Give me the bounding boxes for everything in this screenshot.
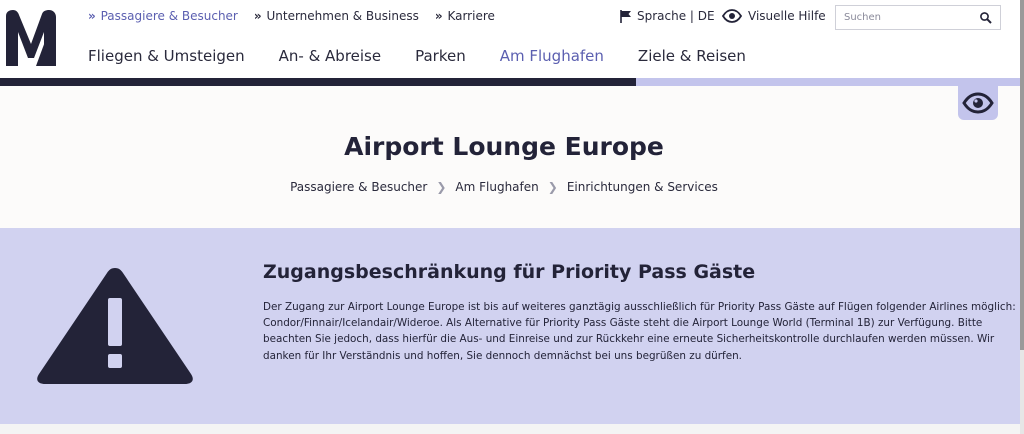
nav-am-flughafen[interactable]: Am Flughafen <box>500 47 604 65</box>
search-box <box>835 5 1001 30</box>
bottom-strip <box>0 424 1024 434</box>
audience-links: » Passagiere & Besucher » Unternehmen & … <box>88 9 511 23</box>
breadcrumb-item[interactable]: Am Flughafen <box>455 180 538 194</box>
toplink-passagiere[interactable]: » Passagiere & Besucher <box>88 9 238 23</box>
chevron-icon: » <box>253 9 262 23</box>
eye-icon <box>722 9 742 23</box>
search-icon[interactable] <box>978 10 994 26</box>
main-nav: Fliegen & Umsteigen An- & Abreise Parken… <box>88 47 780 65</box>
visual-help-label: Visuelle Hilfe <box>748 9 826 23</box>
visual-help-button[interactable] <box>958 86 998 120</box>
toplink-label: Passagiere & Besucher <box>100 9 238 23</box>
page-title: Airport Lounge Europe <box>344 132 664 161</box>
breadcrumb-item[interactable]: Einrichtungen & Services <box>567 180 718 194</box>
toplink-label: Karriere <box>447 9 495 23</box>
flag-icon <box>620 9 631 23</box>
language-switch[interactable]: Sprache | DE <box>620 9 715 23</box>
chevron-icon: » <box>88 9 96 23</box>
breadcrumb: Passagiere & Besucher ❯ Am Flughafen ❯ Einri… <box>0 180 1008 194</box>
toplink-label: Unternehmen & Business <box>266 9 419 23</box>
language-label: Sprache | DE <box>637 9 715 23</box>
notice-text: Der Zugang zur Airport Lounge Europe ist… <box>263 301 1016 362</box>
breadcrumb-chevron-icon: ❯ <box>436 180 447 194</box>
logo-m-icon[interactable] <box>6 10 56 66</box>
header-divider-dark <box>0 78 636 86</box>
toplink-unternehmen[interactable]: » Unternehmen & Business <box>254 9 419 23</box>
nav-ziele[interactable]: Ziele & Reisen <box>638 47 746 65</box>
nav-parken[interactable]: Parken <box>415 47 466 65</box>
visual-help-link[interactable]: Visuelle Hilfe <box>722 9 826 23</box>
notice-title: Zugangsbeschränkung für Priority Pass Gä… <box>263 261 756 283</box>
nav-anreise[interactable]: An- & Abreise <box>279 47 381 65</box>
warning-icon <box>37 268 193 384</box>
header-divider-light <box>636 78 1020 86</box>
chevron-icon: » <box>434 9 443 23</box>
eye-icon <box>962 92 994 114</box>
scrollbar-thumb[interactable] <box>1020 0 1024 350</box>
search-input[interactable] <box>836 6 974 29</box>
breadcrumb-item[interactable]: Passagiere & Besucher <box>290 180 427 194</box>
toplink-karriere[interactable]: » Karriere <box>435 9 495 23</box>
nav-fliegen[interactable]: Fliegen & Umsteigen <box>88 47 245 65</box>
breadcrumb-chevron-icon: ❯ <box>547 180 558 194</box>
site-header: » Passagiere & Besucher » Unternehmen & … <box>0 0 1024 78</box>
